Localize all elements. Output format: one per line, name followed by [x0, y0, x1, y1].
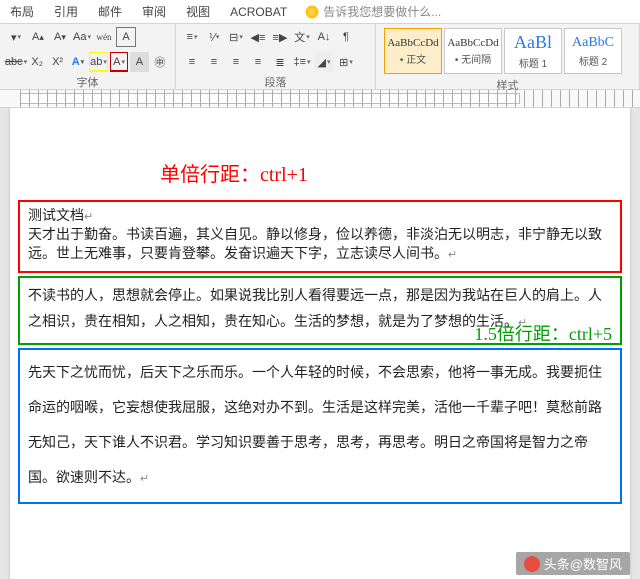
doc-title: 测试文档 — [28, 208, 612, 227]
document-page[interactable]: 单倍行距：ctrl+1 测试文档 天才出于勤奋。书读百遍，其义自见。静以修身，俭… — [10, 108, 630, 579]
font-size-down[interactable]: ▾ — [6, 27, 26, 47]
decrease-indent[interactable]: ◀≡ — [248, 27, 268, 47]
multilevel-list[interactable]: ⊟ — [226, 27, 246, 47]
align-right[interactable]: ≡ — [226, 52, 246, 72]
annotation-single-spacing: 单倍行距：ctrl+1 — [160, 158, 308, 187]
tab-acrobat[interactable]: ACROBAT — [220, 1, 297, 23]
style-preview: AaBbC — [572, 35, 614, 51]
numbering[interactable]: ⅟ — [204, 27, 224, 47]
phonetic-guide[interactable]: wén — [94, 27, 114, 47]
para-group-label: 段落 — [182, 73, 369, 91]
style-name: 标题 2 — [579, 53, 607, 68]
textbox-double-spacing[interactable]: 先天下之忧而忧，后天下之乐而乐。一个人年轻的时候，不会思索，他将一事无成。我要扼… — [18, 348, 622, 504]
style-name: • 正文 — [400, 51, 426, 66]
bullets[interactable]: ≡ — [182, 27, 202, 47]
tell-me-search[interactable]: 告诉我您想要做什么... — [305, 3, 441, 20]
tab-references[interactable]: 引用 — [44, 0, 88, 24]
style-name: • 无间隔 — [455, 51, 491, 66]
borders[interactable]: ⊞ — [336, 52, 356, 72]
style-preview: AaBbCcDd — [387, 37, 438, 49]
tab-review[interactable]: 审阅 — [132, 0, 176, 24]
superscript[interactable]: X² — [48, 52, 66, 72]
font-group: ▾ A▴ A▾ Aa wén A abc X₂ X² A ab A A ㊥ 字体 — [0, 24, 176, 89]
style-preview: AaBl — [514, 32, 552, 53]
grow-font[interactable]: A▴ — [28, 27, 48, 47]
style-no-spacing[interactable]: AaBbCcDd • 无间隔 — [444, 28, 502, 74]
ribbon-tabs: 布局 引用 邮件 审阅 视图 ACROBAT 告诉我您想要做什么... — [0, 0, 640, 24]
style-normal[interactable]: AaBbCcDd • 正文 — [384, 28, 442, 74]
font-group-label: 字体 — [6, 73, 169, 91]
highlight-color[interactable]: ab — [89, 52, 108, 72]
styles-gallery: AaBbCcDd • 正文 AaBbCcDd • 无间隔 AaBl 标题 1 A… — [382, 26, 633, 76]
style-name: 标题 1 — [519, 55, 547, 70]
style-heading2[interactable]: AaBbC 标题 2 — [564, 28, 622, 74]
increase-indent[interactable]: ≡▶ — [270, 27, 290, 47]
style-preview: AaBbCcDd — [447, 37, 498, 49]
annotation-double-spacing: 2倍行距：ctrl+2 — [210, 573, 348, 579]
tab-mailings[interactable]: 邮件 — [88, 0, 132, 24]
sort[interactable]: A↓ — [314, 27, 334, 47]
align-left[interactable]: ≡ — [182, 52, 202, 72]
distribute[interactable]: ≣ — [270, 52, 290, 72]
align-center[interactable]: ≡ — [204, 52, 224, 72]
styles-group: AaBbCcDd • 正文 AaBbCcDd • 无间隔 AaBl 标题 1 A… — [376, 24, 640, 89]
line-spacing[interactable]: ‡≡ — [292, 52, 312, 72]
paragraph-group: ≡ ⅟ ⊟ ◀≡ ≡▶ 文 A↓ ¶ ≡ ≡ ≡ ≡ ≣ ‡≡ ◢ ⊞ 段落 — [176, 24, 376, 89]
textbox-single-spacing[interactable]: 测试文档 天才出于勤奋。书读百遍，其义自见。静以修身，俭以养德，非淡泊无以明志，… — [18, 200, 622, 273]
watermark-text: 头条@数智风 — [544, 554, 622, 573]
watermark: 头条@数智风 — [516, 552, 630, 575]
shrink-font[interactable]: A▾ — [50, 27, 70, 47]
font-color[interactable]: A — [110, 52, 128, 72]
document-area: 单倍行距：ctrl+1 测试文档 天才出于勤奋。书读百遍，其义自见。静以修身，俭… — [0, 108, 640, 579]
ribbon: ▾ A▴ A▾ Aa wén A abc X₂ X² A ab A A ㊥ 字体 — [0, 24, 640, 90]
horizontal-ruler[interactable] — [0, 90, 640, 108]
annotation-1-5-spacing: 1.5倍行距：ctrl+5 — [474, 320, 612, 346]
tab-view[interactable]: 视图 — [176, 0, 220, 24]
char-shading[interactable]: A — [130, 52, 148, 72]
shading[interactable]: ◢ — [314, 52, 334, 72]
enclose-char[interactable]: ㊥ — [151, 52, 169, 72]
bulb-icon — [305, 5, 319, 19]
strikethrough[interactable]: abc — [6, 52, 26, 72]
tab-layout[interactable]: 布局 — [0, 0, 44, 24]
asian-layout[interactable]: 文 — [292, 27, 312, 47]
char-border[interactable]: A — [116, 27, 136, 47]
justify[interactable]: ≡ — [248, 52, 268, 72]
doc-paragraph: 先天下之忧而忧，后天下之乐而乐。一个人年轻的时候，不会思索，他将一事无成。我要扼… — [28, 356, 612, 496]
tell-me-label: 告诉我您想要做什么... — [323, 3, 441, 20]
show-marks[interactable]: ¶ — [336, 27, 356, 47]
style-heading1[interactable]: AaBl 标题 1 — [504, 28, 562, 74]
doc-paragraph: 天才出于勤奋。书读百遍，其义自见。静以修身，俭以养德，非淡泊无以明志，非宁静无以… — [28, 227, 612, 265]
watermark-icon — [524, 556, 540, 572]
change-case[interactable]: Aa — [72, 27, 92, 47]
subscript[interactable]: X₂ — [28, 52, 46, 72]
text-effects[interactable]: A — [69, 52, 87, 72]
